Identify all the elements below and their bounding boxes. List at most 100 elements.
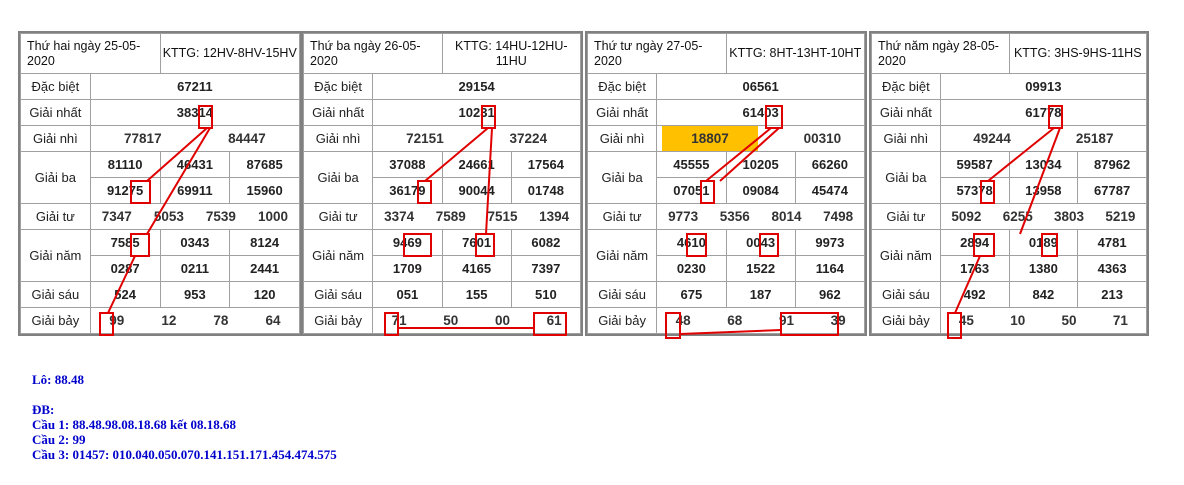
third-prize: 57378 (939, 177, 1010, 204)
second-prize: 77817 (124, 131, 162, 146)
label-giai-bay: Giải bảy (871, 307, 941, 334)
third-prize: 66260 (794, 151, 866, 178)
fourth-prize: 6255 (1002, 209, 1033, 224)
label-dac-biet: Đặc biệt (302, 73, 374, 100)
third-prize: 90044 (441, 177, 512, 204)
fourth-prize: 7498 (823, 209, 854, 224)
info-block: Lô: 88.48 (32, 372, 84, 387)
fifth-prize: 4363 (1077, 255, 1147, 282)
result-board-4: Thứ năm ngày 28-05-2020 KTTG: 3HS-9HS-11H… (869, 31, 1149, 336)
label-giai-nhat: Giải nhất (302, 99, 374, 126)
fifth-prize: 1709 (372, 255, 443, 282)
sixth-prize: 051 (372, 281, 443, 308)
label-giai-bay: Giải bảy (586, 307, 658, 334)
third-prize: 59587 (939, 151, 1010, 178)
label-giai-nhi: Giải nhì (586, 125, 658, 152)
board-date: Thứ hai ngày 25-05-2020 (20, 33, 161, 74)
label-giai-tu: Giải tư (871, 203, 941, 230)
label-giai-sau: Giải sáu (20, 281, 91, 308)
cau-block: ĐB: Cầu 1: 88.48.98.08.18.68 kết 08.18.6… (32, 402, 337, 462)
second-prize: 37224 (509, 131, 548, 146)
seventh-prize: 45 (958, 313, 974, 328)
fourth-prize: 5092 (951, 209, 982, 224)
fifth-prize: 0287 (89, 255, 161, 282)
second-prize: 00310 (803, 131, 842, 146)
board-kttg: KTTG: 8HT-13HT-10HT (725, 33, 865, 74)
label-giai-bay: Giải bảy (20, 307, 91, 334)
label-giai-nhi: Giải nhì (302, 125, 374, 152)
third-prize: 36179 (372, 177, 443, 204)
special-prize: 29154 (372, 73, 581, 100)
sixth-prize: 213 (1077, 281, 1147, 308)
seventh-prize: 91 (778, 313, 794, 328)
label-giai-nam: Giải năm (871, 229, 941, 282)
label-giai-nam: Giải năm (20, 229, 91, 282)
fourth-prize: 5356 (719, 209, 750, 224)
label-giai-tu: Giải tư (586, 203, 658, 230)
third-prize: 17564 (510, 151, 582, 178)
fourth-prize: 5053 (153, 209, 184, 224)
label-giai-nhat: Giải nhất (871, 99, 941, 126)
fifth-prize: 6082 (510, 229, 582, 256)
fifth-prize: 1380 (1008, 255, 1079, 282)
fourth-prize: 8014 (771, 209, 802, 224)
fourth-prize: 5219 (1105, 209, 1136, 224)
third-prize: 87962 (1077, 151, 1147, 178)
third-prize: 45555 (656, 151, 727, 178)
label-giai-nhat: Giải nhất (586, 99, 658, 126)
fifth-prize: 1522 (725, 255, 796, 282)
sixth-prize: 187 (725, 281, 796, 308)
first-prize: 61778 (939, 99, 1148, 126)
fifth-prize: 0230 (656, 255, 727, 282)
fifth-prize: 9973 (794, 229, 866, 256)
fifth-prize: 0189 (1008, 229, 1079, 256)
third-prize: 37088 (372, 151, 443, 178)
fifth-prize: 0343 (159, 229, 231, 256)
seventh-prize: 71 (1112, 313, 1128, 328)
fourth-prize: 7515 (487, 209, 518, 224)
fifth-prize: 1763 (939, 255, 1010, 282)
seventh-prize: 68 (727, 313, 743, 328)
third-prize: 01748 (510, 177, 582, 204)
fifth-prize: 4165 (441, 255, 512, 282)
label-giai-nhi: Giải nhì (871, 125, 941, 152)
third-prize: 91275 (89, 177, 161, 204)
third-prize: 46431 (159, 151, 231, 178)
seventh-prize: 71 (391, 313, 407, 328)
seventh-prize: 78 (213, 313, 229, 328)
fifth-prize: 2894 (939, 229, 1010, 256)
fourth-prize: 7539 (205, 209, 236, 224)
label-giai-tu: Giải tư (302, 203, 374, 230)
fourth-prize: 3803 (1054, 209, 1085, 224)
fifth-prize: 2441 (229, 255, 300, 282)
label-giai-nam: Giải năm (586, 229, 658, 282)
fifth-prize: 7585 (89, 229, 161, 256)
label-giai-sau: Giải sáu (586, 281, 658, 308)
cau-1-line: Cầu 1: 88.48.98.08.18.68 kết 08.18.68 (32, 417, 237, 432)
label-giai-nhat: Giải nhất (20, 99, 91, 126)
fourth-prize: 7347 (101, 209, 132, 224)
fourth-prize: 7589 (435, 209, 466, 224)
cau-2-line: Cầu 2: 99 (32, 432, 86, 447)
board-kttg: KTTG: 3HS-9HS-11HS (1008, 33, 1147, 74)
seventh-prize: 61 (546, 313, 562, 328)
seventh-prize: 99 (109, 313, 125, 328)
label-giai-nhi: Giải nhì (20, 125, 91, 152)
seventh-prize: 50 (443, 313, 459, 328)
seventh-prize: 50 (1061, 313, 1077, 328)
first-prize: 10231 (372, 99, 581, 126)
seventh-prize: 64 (265, 313, 281, 328)
sixth-prize: 155 (441, 281, 512, 308)
seventh-prize: 00 (494, 313, 510, 328)
label-dac-biet: Đặc biệt (20, 73, 91, 100)
third-prize: 24661 (441, 151, 512, 178)
board-date: Thứ tư ngày 27-05-2020 (587, 33, 727, 74)
third-prize: 10205 (725, 151, 796, 178)
second-prize-highlighted: 18807 (662, 126, 759, 151)
fifth-prize: 0043 (725, 229, 796, 256)
label-dac-biet: Đặc biệt (586, 73, 658, 100)
label-giai-nam: Giải năm (302, 229, 374, 282)
label-dac-biet: Đặc biệt (871, 73, 941, 100)
third-prize: 67787 (1077, 177, 1147, 204)
third-prize: 15960 (229, 177, 300, 204)
